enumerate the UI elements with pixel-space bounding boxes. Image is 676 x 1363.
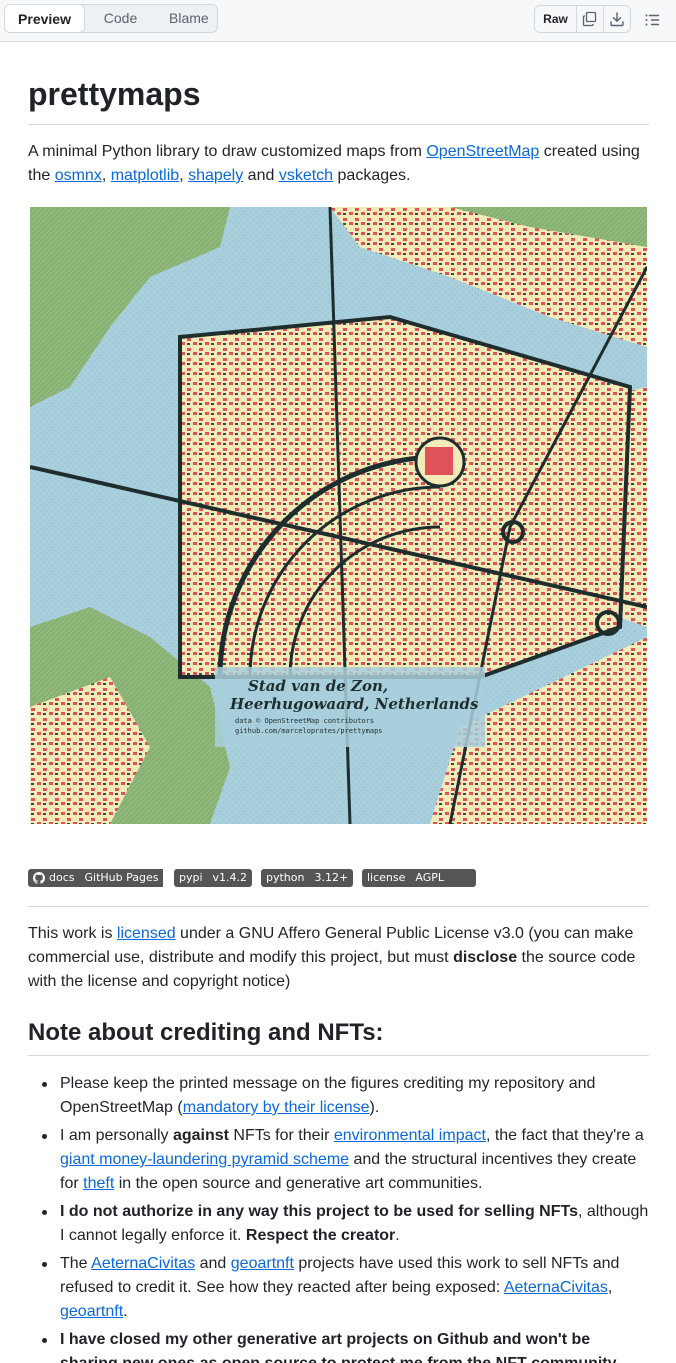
bullet-bold-text: Respect the creator xyxy=(245,1227,396,1244)
view-mode-tabs: Preview Code Blame xyxy=(4,4,218,33)
bullet-text: NFTs for their xyxy=(228,1127,334,1144)
license-paragraph: This work is licensed under a GNU Affero… xyxy=(28,922,649,994)
badge-docs-label: docs xyxy=(49,871,75,884)
badge-license[interactable]: license AGPL v3.0 xyxy=(362,869,476,887)
bullet-text: The xyxy=(60,1255,92,1272)
intro-paragraph: A minimal Python library to draw customi… xyxy=(28,140,649,188)
link-theft[interactable]: theft xyxy=(83,1175,114,1192)
map-credit-line2: github.com/marceloprates/prettymaps xyxy=(235,727,383,735)
list-item: I have closed my other generative art pr… xyxy=(42,1328,649,1363)
intro-text: packages. xyxy=(333,167,411,184)
bullet-text: , the fact that they're a xyxy=(485,1127,644,1144)
list-item: I do not authorize in any way this proje… xyxy=(42,1200,649,1248)
badge-python-value: 3.12+ xyxy=(309,869,353,887)
badge-pypi[interactable]: pypi v1.4.2 xyxy=(174,869,252,887)
readme-title: prettymaps xyxy=(28,76,201,112)
bullet-text: I am personally xyxy=(60,1127,173,1144)
link-pyramid-scheme[interactable]: giant money-laundering pyramid scheme xyxy=(60,1151,349,1168)
bullet-text: ). xyxy=(369,1099,380,1116)
badge-python-label: python xyxy=(261,869,310,887)
bullet-text: , xyxy=(607,1279,613,1296)
license-text: This work is xyxy=(28,925,117,942)
link-vsketch[interactable]: vsketch xyxy=(279,167,333,184)
link-licensed[interactable]: licensed xyxy=(117,925,176,942)
bullet-text: . xyxy=(123,1303,128,1320)
bullet-text: . xyxy=(395,1227,400,1244)
title-divider xyxy=(28,124,649,125)
tab-blame[interactable]: Blame xyxy=(157,5,217,32)
copy-raw-button[interactable] xyxy=(576,6,603,32)
github-icon xyxy=(33,872,45,884)
map-place-line1: Stad van de Zon, xyxy=(248,677,388,695)
link-geoartnft[interactable]: geoartnft xyxy=(231,1255,294,1272)
outline-button[interactable] xyxy=(639,7,665,33)
tab-preview[interactable]: Preview xyxy=(4,4,85,33)
bullet-bold-text: I have closed my other generative art pr… xyxy=(60,1331,620,1363)
badge-pypi-label: pypi xyxy=(174,869,208,887)
link-environmental-impact[interactable]: environmental impact xyxy=(334,1127,486,1144)
list-item: I am personally against NFTs for their e… xyxy=(42,1124,649,1196)
license-bold-text: disclose xyxy=(453,949,518,966)
link-openstreetmap[interactable]: OpenStreetMap xyxy=(426,143,539,160)
list-outline-icon xyxy=(645,14,660,26)
bullet-text: and xyxy=(195,1255,231,1272)
link-osmnx[interactable]: osmnx xyxy=(55,167,102,184)
link-mandatory-license[interactable]: mandatory by their license xyxy=(183,1099,370,1116)
link-matplotlib[interactable]: matplotlib xyxy=(111,167,179,184)
list-item: Please keep the printed message on the f… xyxy=(42,1072,649,1120)
badge-docs-left: docs xyxy=(28,869,80,887)
nft-heading: Note about crediting and NFTs: xyxy=(28,1019,384,1046)
bullet-text: in the open source and generative art co… xyxy=(114,1175,483,1192)
file-toolbar: Preview Code Blame Raw xyxy=(0,0,676,42)
link-geoartnft-reaction[interactable]: geoartnft xyxy=(60,1303,123,1320)
intro-text: and xyxy=(243,167,279,184)
raw-button[interactable]: Raw xyxy=(535,6,576,32)
copy-icon xyxy=(582,11,597,27)
badge-python[interactable]: python 3.12+ xyxy=(261,869,353,887)
file-actions: Raw xyxy=(534,5,631,33)
tab-code[interactable]: Code xyxy=(84,5,157,32)
intro-text: A minimal Python library to draw customi… xyxy=(28,143,427,160)
link-shapely[interactable]: shapely xyxy=(188,167,243,184)
list-item: The AeternaCivitas and geoartnft project… xyxy=(42,1252,649,1324)
bullet-bold-text: I do not authorize in any way this proje… xyxy=(60,1203,578,1220)
link-aeternacivitas-reaction[interactable]: AeternaCivitas xyxy=(504,1279,608,1296)
badge-docs[interactable]: docs GitHub Pages xyxy=(28,869,165,887)
intro-text: , xyxy=(101,167,111,184)
badge-docs-value: GitHub Pages xyxy=(79,869,164,887)
map-illustration[interactable]: Stad van de Zon, Heerhugowaard, Netherla… xyxy=(30,207,647,824)
badge-license-value: AGPL v3.0 xyxy=(410,869,476,887)
link-aeternacivitas[interactable]: AeternaCivitas xyxy=(91,1255,195,1272)
badge-license-label: license xyxy=(362,869,411,887)
badges-divider xyxy=(28,906,649,907)
nft-heading-divider xyxy=(28,1055,649,1056)
bullet-bold-text: against xyxy=(172,1127,229,1144)
download-icon xyxy=(610,12,624,27)
map-place-line2: Heerhugowaard, Netherlands xyxy=(229,695,479,713)
intro-text: , xyxy=(179,167,189,184)
map-credit-line1: data © OpenStreetMap contributors xyxy=(235,717,374,725)
download-raw-button[interactable] xyxy=(603,6,630,32)
badge-pypi-value: v1.4.2 xyxy=(207,869,252,887)
